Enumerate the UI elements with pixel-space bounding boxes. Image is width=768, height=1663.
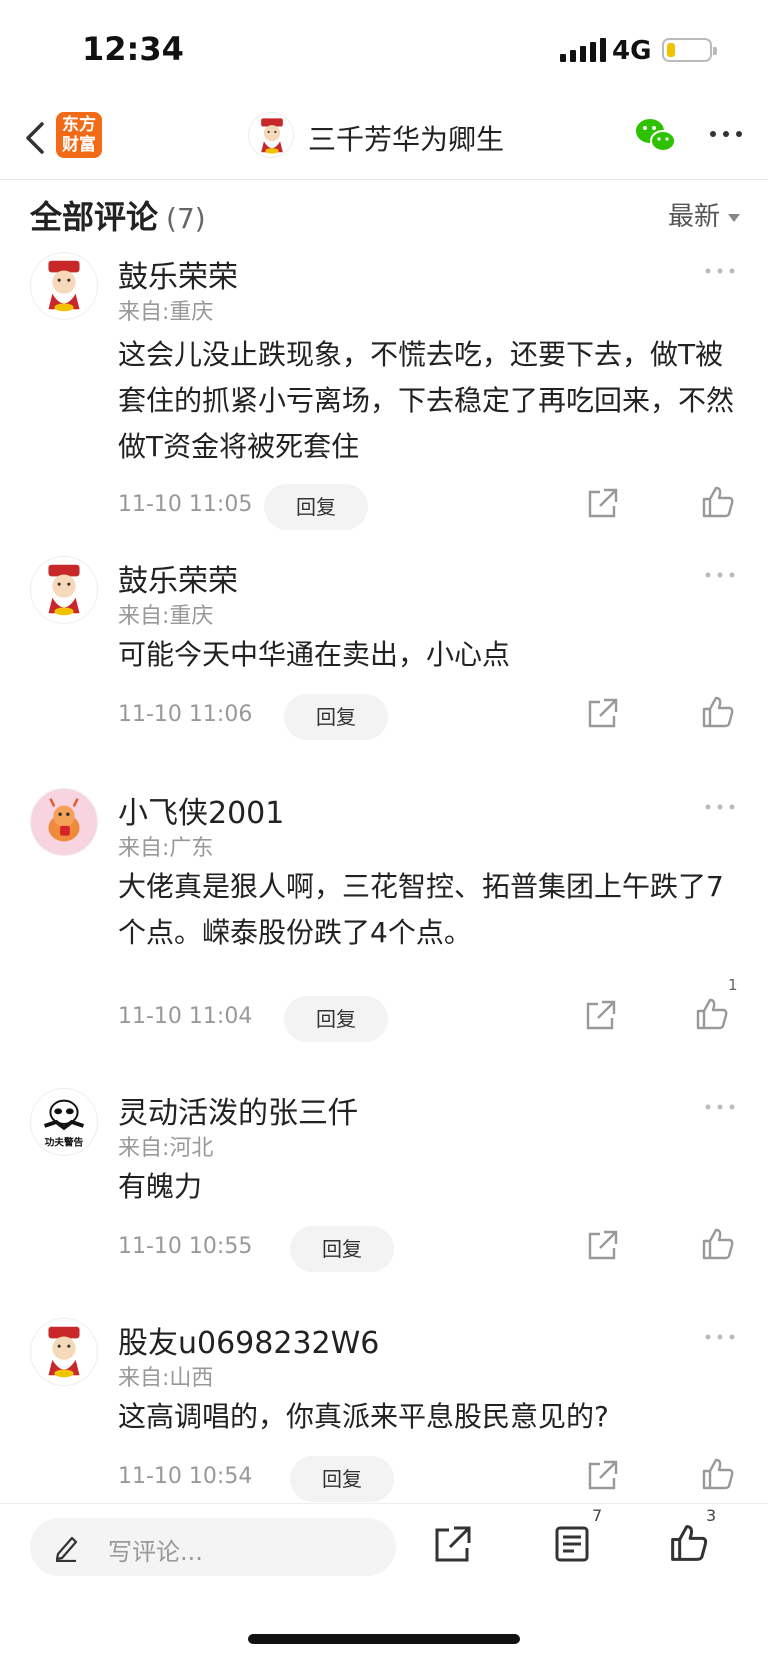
comment-meta: 11-10 11:06 回复 [0, 692, 768, 742]
comment-meta: 11-10 10:55 回复 [0, 1224, 768, 1274]
author-avatar[interactable] [248, 112, 294, 158]
comment-time: 11-10 11:06 [118, 702, 253, 727]
chevron-left-icon [26, 122, 44, 154]
comment-more-button[interactable] [704, 798, 736, 810]
signal-icon [560, 36, 606, 62]
comment-time: 11-10 11:05 [118, 492, 253, 517]
comment-more-button[interactable] [704, 1098, 736, 1110]
comments-header: 全部评论 (7) 最新 [30, 192, 740, 242]
more-icon [710, 131, 742, 137]
thumbs-up-icon[interactable] [694, 996, 730, 1032]
comment-input[interactable]: 写评论... [30, 1518, 396, 1576]
like-count: 1 [728, 976, 738, 994]
sort-dropdown[interactable]: 最新 [668, 196, 740, 233]
thumbs-up-icon[interactable] [668, 1522, 710, 1564]
reply-button[interactable]: 回复 [284, 996, 388, 1042]
reply-button[interactable]: 回复 [290, 1226, 394, 1272]
more-icon [705, 1334, 735, 1340]
panda-avatar-icon: 功夫警告 [43, 1099, 85, 1148]
comment-meta: 11-10 11:04 回复 1 [0, 976, 768, 1044]
sort-label: 最新 [667, 202, 720, 232]
more-icon [705, 268, 735, 274]
comment-input-placeholder: 写评论... [108, 1538, 203, 1566]
status-bar: 12:34 4G [0, 0, 768, 100]
user-avatar[interactable] [30, 1318, 98, 1386]
user-location: 来自:广东 [118, 836, 214, 861]
dragon-avatar-icon [31, 789, 97, 855]
comment-meta: 11-10 11:05 回复 [0, 482, 768, 532]
comment-item: 鼓乐荣荣 来自:重庆 可能今天中华通在卖出，小心点 11-10 11:06 回复 [0, 556, 768, 756]
more-options-button[interactable] [708, 124, 744, 144]
user-name[interactable]: 灵动活泼的张三仟 [118, 1088, 358, 1132]
reply-button[interactable]: 回复 [284, 694, 388, 740]
share-icon[interactable] [586, 696, 620, 730]
comments-list-icon[interactable] [552, 1524, 592, 1564]
thumbs-up-icon[interactable] [700, 694, 736, 730]
user-avatar[interactable] [30, 252, 98, 320]
user-location: 来自:山西 [118, 1366, 214, 1391]
share-icon[interactable] [432, 1524, 472, 1564]
comment-text: 大佬真是狠人啊，三花智控、拓普集团上午跌了7个点。嵘泰股份跌了4个点。 [118, 870, 724, 949]
more-icon [705, 804, 735, 810]
caishen-avatar-icon [261, 118, 283, 154]
user-location: 来自:重庆 [118, 300, 214, 325]
comments-count: (7) [166, 202, 206, 235]
caishen-avatar-icon [48, 564, 80, 616]
comment-more-button[interactable] [704, 1328, 736, 1340]
reply-button[interactable]: 回复 [290, 1456, 394, 1502]
comment-item: 股友u0698232W6 来自:山西 这高调唱的，你真派来平息股民意见的? 11… [0, 1318, 768, 1502]
comment-time: 11-10 11:04 [118, 1004, 253, 1029]
comment-item: 小飞侠2001 来自:广东 大佬真是狠人啊，三花智控、拓普集团上午跌了7个点。嵘… [0, 788, 768, 1048]
back-button[interactable] [16, 114, 56, 162]
comment-item: 功夫警告 灵动活泼的张三仟 来自:河北 有魄力 11-10 10:55 回复 [0, 1088, 768, 1288]
comment-more-button[interactable] [704, 566, 736, 578]
caishen-avatar-icon [48, 260, 80, 312]
thumbs-up-icon[interactable] [700, 1456, 736, 1492]
user-location: 来自:河北 [118, 1136, 214, 1161]
share-icon[interactable] [586, 486, 620, 520]
battery-icon [662, 38, 717, 62]
wechat-share-button[interactable] [634, 116, 678, 156]
comment-text: 这会儿没止跌现象，不慌去吃，还要下去，做T被套住的抓紧小亏离场，下去稳定了再吃回… [118, 338, 735, 463]
user-avatar[interactable] [30, 788, 98, 856]
network-label: 4G [612, 36, 652, 66]
bottom-bar: 写评论... 7 3 [0, 1503, 768, 1663]
more-icon [705, 1104, 735, 1110]
comment-text: 可能今天中华通在卖出，小心点 [118, 638, 511, 671]
comment-more-button[interactable] [704, 262, 736, 274]
wechat-icon [636, 119, 676, 152]
caret-down-icon [728, 213, 740, 222]
user-avatar[interactable]: 功夫警告 [30, 1088, 98, 1156]
comment-time: 11-10 10:54 [118, 1464, 253, 1489]
likes-count-badge: 3 [706, 1506, 717, 1525]
comment-meta: 11-10 10:54 回复 [0, 1454, 768, 1504]
user-location: 来自:重庆 [118, 604, 214, 629]
comments-title: 全部评论 [30, 198, 159, 236]
nav-bar: 东方 财富 三千芳华为卿生 [0, 100, 768, 180]
user-name[interactable]: 小飞侠2001 [118, 788, 284, 832]
avatar-caption: 功夫警告 [45, 1135, 84, 1148]
more-icon [705, 572, 735, 578]
thumbs-up-icon[interactable] [700, 484, 736, 520]
comment-item: 鼓乐荣荣 来自:重庆 这会儿没止跌现象，不慌去吃，还要下去，做T被套住的抓紧小亏… [0, 252, 768, 532]
thumbs-up-icon[interactable] [700, 1226, 736, 1262]
status-time: 12:34 [82, 30, 184, 68]
comment-time: 11-10 10:55 [118, 1234, 253, 1259]
caishen-avatar-icon [48, 1326, 80, 1378]
share-icon[interactable] [586, 1458, 620, 1492]
app-logo[interactable]: 东方 财富 [56, 112, 102, 158]
user-name[interactable]: 鼓乐荣荣 [118, 252, 238, 296]
user-name[interactable]: 股友u0698232W6 [118, 1318, 379, 1362]
comment-text: 有魄力 [118, 1170, 203, 1203]
comments-count-badge: 7 [592, 1506, 603, 1525]
user-avatar[interactable] [30, 556, 98, 624]
share-icon[interactable] [586, 1228, 620, 1262]
comment-text: 这高调唱的，你真派来平息股民意见的? [118, 1400, 609, 1433]
share-icon[interactable] [584, 998, 618, 1032]
user-name[interactable]: 鼓乐荣荣 [118, 556, 238, 600]
home-indicator [248, 1634, 520, 1644]
reply-button[interactable]: 回复 [264, 484, 368, 530]
pencil-icon [55, 1536, 78, 1562]
page-title: 三千芳华为卿生 [308, 123, 505, 156]
